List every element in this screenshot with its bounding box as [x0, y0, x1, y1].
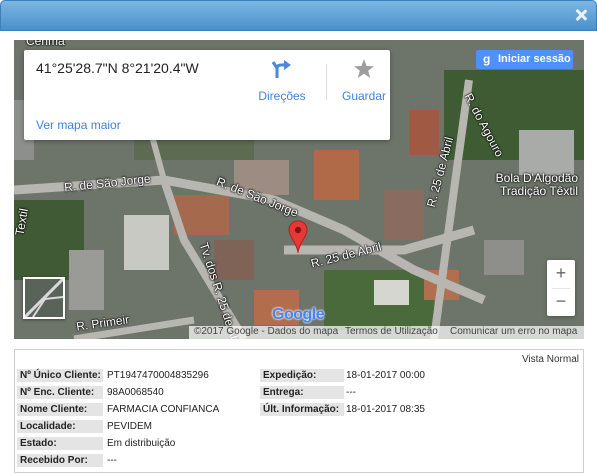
- field-label: Nº Enc. Cliente:: [17, 386, 103, 400]
- road-label: Cerima: [26, 40, 65, 48]
- star-icon: [354, 59, 374, 78]
- field-value: 18-01-2017 08:35: [346, 404, 425, 415]
- view-larger-map-link[interactable]: Ver mapa maior: [36, 118, 121, 132]
- map-type-thumbnail[interactable]: [23, 277, 65, 319]
- zoom-in-button[interactable]: +: [547, 260, 575, 288]
- place-name-line-2: Tradição Têxtil: [499, 184, 578, 198]
- save-button[interactable]: Guardar: [334, 58, 394, 103]
- field-value: ---: [107, 455, 117, 466]
- map-data-attribution: ©2017 Google - Dados do mapa: [194, 326, 339, 337]
- field-label: Recebido Por:: [17, 454, 103, 468]
- map-attribution-bar: ©2017 Google - Dados do mapa Termos de U…: [189, 326, 584, 339]
- dialog-titlebar: [0, 0, 597, 31]
- signin-label: Iniciar sessão: [498, 53, 571, 65]
- map-thumbnail-icon: [23, 277, 65, 319]
- divider: [326, 64, 327, 100]
- close-icon[interactable]: [574, 8, 588, 22]
- field-label: Nome Cliente:: [17, 403, 103, 417]
- save-label: Guardar: [341, 89, 387, 103]
- directions-label: Direções: [258, 89, 306, 103]
- field-value: 18-01-2017 00:00: [346, 370, 425, 381]
- view-mode-link[interactable]: Vista Normal: [522, 354, 579, 365]
- field-value: Em distribuição: [107, 438, 176, 449]
- shipment-details-panel: Vista Normal Nº Único Cliente: PT1947470…: [14, 349, 584, 473]
- report-error-link[interactable]: Comunicar um erro no mapa: [450, 326, 577, 337]
- field-label: Estado:: [17, 437, 103, 451]
- field-value: 98A0068540: [107, 387, 164, 398]
- field-label: Expedição:: [260, 369, 344, 383]
- divider: [552, 288, 570, 289]
- field-value: PEVIDEM: [107, 421, 153, 432]
- coordinates-text: 41°25'28.7"N 8°21'20.4"W: [36, 60, 199, 76]
- zoom-control: + −: [547, 260, 575, 316]
- location-info-card: 41°25'28.7"N 8°21'20.4"W Direções Guarda…: [24, 50, 390, 140]
- terms-link[interactable]: Termos de Utilização: [345, 326, 438, 337]
- field-label: Entrega:: [260, 386, 344, 400]
- directions-icon: [271, 60, 291, 78]
- place-label: Bola D'Algodão Tradição Têxtil: [496, 172, 578, 198]
- field-value: FARMACIA CONFIANCA: [107, 404, 220, 415]
- signin-button[interactable]: g Iniciar sessão: [476, 50, 573, 69]
- field-value: PT1947470004835296: [107, 370, 209, 381]
- zoom-out-button[interactable]: −: [547, 288, 575, 316]
- directions-button[interactable]: Direções: [252, 58, 312, 103]
- map-pin-icon[interactable]: [288, 220, 308, 254]
- google-g-icon: g: [483, 52, 491, 66]
- field-label: Nº Único Cliente:: [17, 369, 103, 383]
- google-logo: Google: [272, 306, 325, 324]
- google-logo-text: Google: [272, 306, 325, 323]
- map-view[interactable]: Cerima R. de São Jorge R. de São Jorge T…: [14, 40, 584, 339]
- field-label: Últ. Informação:: [260, 403, 344, 417]
- field-label: Localidade:: [17, 420, 103, 434]
- field-value: ---: [346, 387, 356, 398]
